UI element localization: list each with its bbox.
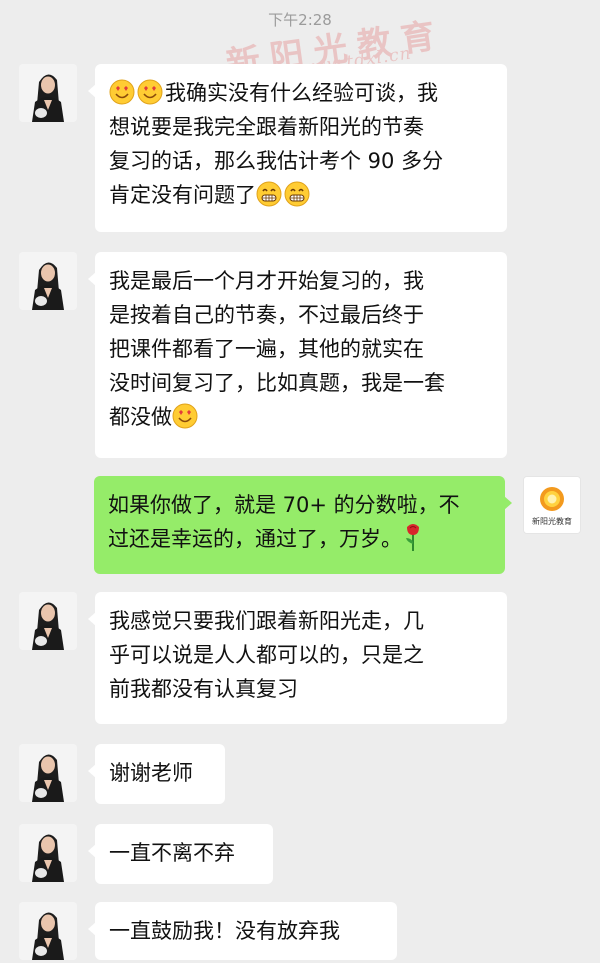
message-bubble-outgoing[interactable]: 如果你做了，就是 70+ 的分数啦，不 过还是幸运的，通过了，万岁。 — [94, 476, 512, 574]
message-line: 想说要是我完全跟着新阳光的节奏 — [109, 115, 424, 139]
message-line: 一直鼓励我！没有放弃我 — [109, 919, 340, 943]
message-bubble[interactable]: 谢谢老师 — [88, 744, 225, 804]
message-line: 都没做 — [109, 400, 493, 434]
heart-eyes-icon — [172, 403, 198, 429]
message-bubble[interactable]: 我确实没有什么经验可谈，我 想说要是我完全跟着新阳光的节奏 复习的话，那么我估计… — [88, 64, 507, 232]
message-line: 没时间复习了，比如真题，我是一套 — [109, 371, 445, 395]
message-line: 我是最后一个月才开始复习的，我 — [109, 269, 424, 293]
message-line: 把课件都看了一遍，其他的就实在 — [109, 337, 424, 361]
avatar[interactable] — [19, 64, 77, 122]
message-bubble[interactable]: 一直鼓励我！没有放弃我 — [88, 902, 397, 960]
avatar[interactable] — [19, 592, 77, 650]
rose-icon — [404, 522, 422, 552]
message-line: 谢谢老师 — [109, 761, 193, 785]
heart-eyes-icon — [109, 79, 135, 105]
message-bubble[interactable]: 我感觉只要我们跟着新阳光走，几 乎可以说是人人都可以的，只是之 前我都没有认真复… — [88, 592, 507, 724]
message-line: 前我都没有认真复习 — [109, 677, 298, 701]
message-bubble[interactable]: 我是最后一个月才开始复习的，我 是按着自己的节奏，不过最后终于 把课件都看了一遍… — [88, 252, 507, 458]
message-line: 我确实没有什么经验可谈，我 — [109, 76, 493, 110]
message-line: 如果你做了，就是 70+ 的分数啦，不 — [108, 493, 460, 517]
avatar-self[interactable]: 新阳光教育 — [523, 476, 581, 534]
grin-icon — [284, 181, 310, 207]
message-line: 乎可以说是人人都可以的，只是之 — [109, 643, 424, 667]
avatar[interactable] — [19, 252, 77, 310]
message-line: 一直不离不弃 — [109, 841, 235, 865]
message-line: 肯定没有问题了 — [109, 178, 493, 212]
heart-eyes-icon — [137, 79, 163, 105]
message-line: 我感觉只要我们跟着新阳光走，几 — [109, 609, 424, 633]
grin-icon — [256, 181, 282, 207]
message-line: 过还是幸运的，通过了，万岁。 — [108, 522, 491, 556]
message-bubble[interactable]: 一直不离不弃 — [88, 824, 273, 884]
avatar[interactable] — [19, 824, 77, 882]
message-line: 复习的话，那么我估计考个 90 多分 — [109, 149, 444, 173]
logo-text: 新阳光教育 — [532, 517, 572, 526]
avatar[interactable] — [19, 902, 77, 960]
message-line: 是按着自己的节奏，不过最后终于 — [109, 303, 424, 327]
avatar[interactable] — [19, 744, 77, 802]
